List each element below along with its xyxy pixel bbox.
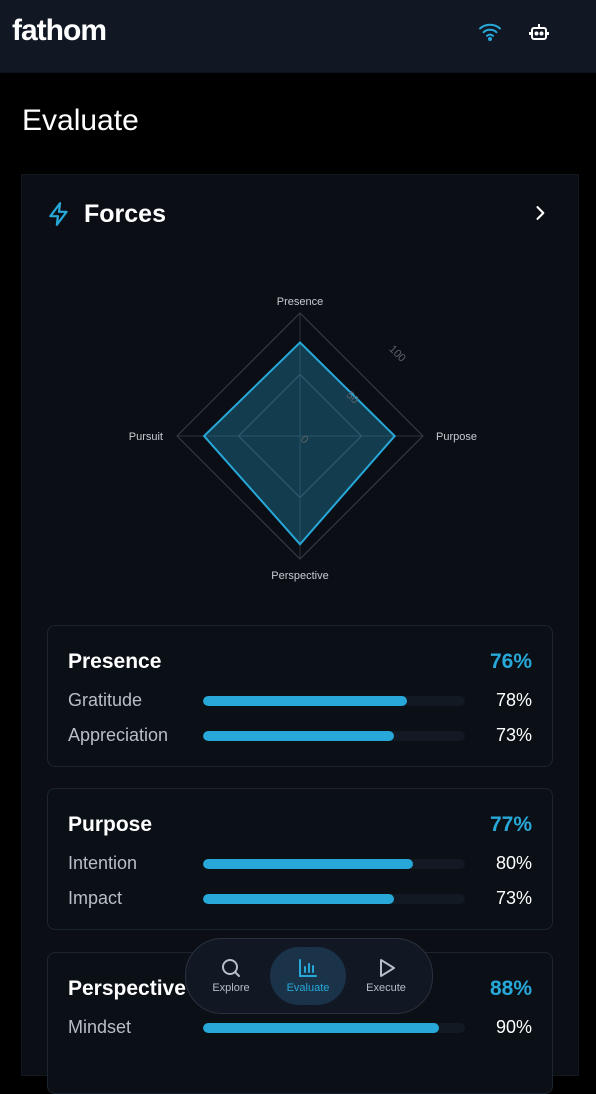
metric-value: 73% <box>495 725 532 745</box>
metric-value: 80% <box>495 853 532 873</box>
card-title: Presence <box>68 650 162 673</box>
metric-value: 90% <box>495 1017 532 1037</box>
metric-progress-bar <box>203 894 465 904</box>
metric-row: Gratitude 78% <box>68 690 532 712</box>
metric-label: Mindset <box>68 1017 132 1037</box>
chevron-right-icon[interactable] <box>530 203 550 223</box>
search-icon <box>222 959 240 977</box>
nav-evaluate[interactable]: Evaluate <box>270 947 346 1005</box>
metric-progress-fill <box>203 894 395 904</box>
card-score: 88% <box>489 977 532 1000</box>
card-score: 77% <box>489 813 532 836</box>
nav-label: Evaluate <box>286 982 330 994</box>
metric-row: Intention 80% <box>68 853 532 875</box>
nav-label: Explore <box>212 982 250 994</box>
force-card-presence[interactable]: Presence 76% Gratitude 78% Appreciation 73% <box>47 625 553 767</box>
metric-progress-bar <box>203 696 465 706</box>
app-header: fathom <box>0 0 596 73</box>
metric-label: Intention <box>68 853 138 873</box>
metric-row: Mindset 90% <box>68 1017 532 1039</box>
metric-label: Impact <box>68 888 123 908</box>
metric-value: 73% <box>495 888 532 908</box>
robot-icon[interactable] <box>527 20 551 44</box>
metric-progress-fill <box>203 696 408 706</box>
bottom-nav: Explore Evaluate Execute <box>185 938 433 1014</box>
bar-chart-icon <box>299 959 317 977</box>
fathom-logo[interactable]: fathom <box>12 14 107 48</box>
metric-label: Appreciation <box>68 725 169 745</box>
radar-chart: PresencePurposePerspectivePursuit 050100 <box>129 296 477 582</box>
radar-axis-label: Perspective <box>271 570 328 582</box>
metric-progress-bar <box>203 731 465 741</box>
forces-title: Forces <box>84 199 166 228</box>
metric-row: Appreciation 73% <box>68 725 532 747</box>
forces-header[interactable]: Forces <box>46 199 166 229</box>
wifi-icon[interactable] <box>478 20 502 44</box>
play-icon <box>380 959 395 977</box>
card-score: 76% <box>489 650 532 673</box>
radar-axis-label: Presence <box>277 296 323 308</box>
nav-explore[interactable]: Explore <box>193 947 269 1005</box>
metric-value: 78% <box>495 690 532 710</box>
metric-progress-bar <box>203 859 465 869</box>
nav-execute[interactable]: Execute <box>348 947 424 1005</box>
force-card-purpose[interactable]: Purpose 77% Intention 80% Impact 73% <box>47 788 553 930</box>
radar-tick-label: 100 <box>386 343 407 364</box>
nav-label: Execute <box>366 982 406 994</box>
metric-progress-fill <box>203 859 413 869</box>
radar-axis-label: Pursuit <box>129 431 163 443</box>
card-title: Perspective <box>68 977 186 1000</box>
card-title: Purpose <box>68 813 153 836</box>
radar-axis-label: Purpose <box>436 431 477 443</box>
metric-label: Gratitude <box>68 690 143 710</box>
metric-progress-fill <box>203 731 395 741</box>
metric-row: Impact 73% <box>68 888 532 910</box>
lightning-icon <box>49 202 68 226</box>
page-title: Evaluate <box>22 104 139 137</box>
